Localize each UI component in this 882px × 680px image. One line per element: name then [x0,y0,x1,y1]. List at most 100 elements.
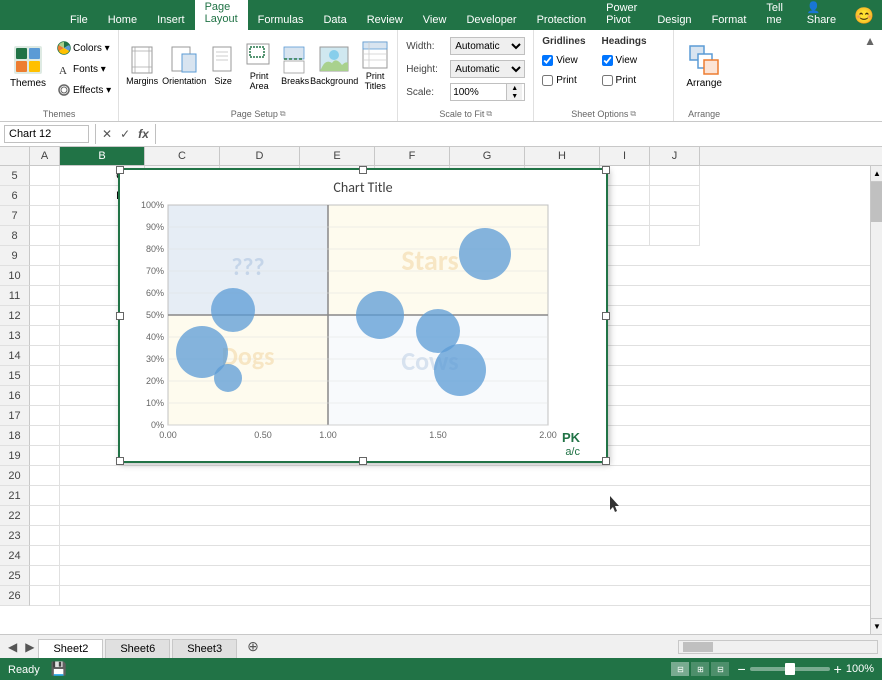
data-tab[interactable]: Data [313,10,356,30]
zoom-slider[interactable] [750,667,830,671]
ready-text: Ready [8,664,40,676]
review-tab[interactable]: Review [357,10,413,30]
cell-j8[interactable] [650,226,700,246]
share-tab[interactable]: 👤 Share [797,0,846,30]
sheet-tab-sheet2[interactable]: Sheet2 [38,639,103,658]
zoom-in-btn[interactable]: + [834,661,842,677]
page-break-view-btn[interactable]: ⊟ [711,662,729,676]
svg-text:0.00: 0.00 [159,430,177,440]
nav-next-btn[interactable]: ▶ [21,640,38,654]
cell-a5[interactable] [30,166,60,186]
themes-label-bottom: Themes [0,109,118,119]
cell-a6[interactable] [30,186,60,206]
ribbon-collapse-btn[interactable]: ▲ [858,32,882,50]
corner-cell [0,147,30,165]
cell-j7[interactable] [650,206,700,226]
sheet-tabs-bar: ◀ ▶ Sheet2 Sheet6 Sheet3 ⊕ [0,634,882,658]
cell-a7[interactable] [30,206,60,226]
height-label: Height: [406,64,446,75]
themes-group-content: Themes Colors ▾ A Fonts ▾ Effects ▾ [4,32,114,102]
row-num-7: 7 [0,206,30,226]
svg-text:90%: 90% [146,222,164,232]
cell-j6[interactable] [650,186,700,206]
gridlines-col-label: Gridlines [542,36,585,47]
row-num-22: 22 [0,506,30,526]
height-select[interactable]: Automatic 1 page [450,60,525,78]
normal-view-btn[interactable]: ⊟ [671,662,689,676]
file-tab[interactable]: File [60,10,98,30]
orientation-button[interactable]: Orientation [163,34,205,98]
col-header-b[interactable]: B [60,147,145,165]
sheet-tab-sheet6[interactable]: Sheet6 [105,639,170,658]
home-tab[interactable]: Home [98,10,147,30]
col-header-d[interactable]: D [220,147,300,165]
row-num-23: 23 [0,526,30,546]
view-gridlines-row: View [542,51,585,69]
vertical-scrollbar[interactable]: ▲ ▼ [870,166,882,634]
print-area-button[interactable]: Print Area [241,34,277,98]
scroll-thumb[interactable] [871,182,882,222]
nav-prev-btn[interactable]: ◀ [4,640,21,654]
col-header-g[interactable]: G [450,147,525,165]
fonts-button[interactable]: A Fonts ▾ [54,59,114,79]
col-header-i[interactable]: I [600,147,650,165]
print-titles-button[interactable]: Print Titles [357,34,393,98]
chart-container[interactable]: Chart Title 0% [118,168,608,463]
breaks-icon [282,45,308,75]
width-select[interactable]: Automatic 1 page 2 pages [450,37,525,55]
svg-text:Chart Title: Chart Title [333,179,392,196]
view-tab[interactable]: View [413,10,457,30]
print-gridlines-checkbox[interactable] [542,75,553,86]
background-button[interactable]: Background [313,34,355,98]
colors-button[interactable]: Colors ▾ [54,38,114,58]
col-header-j[interactable]: J [650,147,700,165]
svg-text:0%: 0% [151,420,164,430]
themes-icon [12,44,44,76]
insert-tab[interactable]: Insert [147,10,195,30]
col-header-a[interactable]: A [30,147,60,165]
format-tab[interactable]: Format [702,10,757,30]
page-layout-view-btn[interactable]: ⊞ [691,662,709,676]
col-header-h[interactable]: H [525,147,600,165]
power-pivot-tab[interactable]: Power Pivot [596,0,647,30]
status-right: ⊟ ⊞ ⊟ − + 100% [671,661,874,677]
col-header-f[interactable]: F [375,147,450,165]
scale-to-fit-group: Width: Automatic 1 page 2 pages Height: … [398,30,534,121]
zoom-out-btn[interactable]: − [737,661,745,677]
view-gridlines-checkbox[interactable] [542,55,553,66]
cell-a8[interactable] [30,226,60,246]
formulas-tab[interactable]: Formulas [248,10,314,30]
themes-button[interactable]: Themes [4,34,52,98]
margins-button[interactable]: Margins [123,34,161,98]
scroll-down-btn[interactable]: ▼ [871,618,882,634]
zoom-control: − + 100% [737,661,874,677]
view-headings-checkbox[interactable] [602,55,613,66]
cell-j5[interactable] [650,166,700,186]
design-tab[interactable]: Design [647,10,701,30]
page-layout-tab[interactable]: Page Layout [195,0,248,30]
row-num-8: 8 [0,226,30,246]
scale-up-btn[interactable]: ▲ [507,84,522,92]
col-header-c[interactable]: C [145,147,220,165]
name-box[interactable] [4,125,89,143]
developer-tab[interactable]: Developer [456,10,526,30]
effects-button[interactable]: Effects ▾ [54,80,114,100]
print-headings-checkbox[interactable] [602,75,613,86]
size-button[interactable]: Size [207,34,239,98]
protection-tab[interactable]: Protection [527,10,597,30]
insert-function-button[interactable]: fx [134,127,153,141]
scale-input[interactable] [451,84,506,100]
page-setup-content: Margins Orientation Size [123,32,393,102]
arrange-button[interactable]: Arrange [678,34,730,98]
horizontal-scrollbar[interactable] [678,640,878,654]
formula-input[interactable] [158,128,882,140]
breaks-button[interactable]: Breaks [279,34,311,98]
add-sheet-btn[interactable]: ⊕ [239,635,267,658]
scroll-up-btn[interactable]: ▲ [871,166,882,182]
tell-me-tab[interactable]: 🔍 Tell me [756,0,796,30]
confirm-formula-button[interactable]: ✓ [116,127,134,141]
col-header-e[interactable]: E [300,147,375,165]
sheet-tab-sheet3[interactable]: Sheet3 [172,639,237,658]
scale-down-btn[interactable]: ▼ [507,92,522,100]
cancel-formula-button[interactable]: ✕ [98,127,116,141]
